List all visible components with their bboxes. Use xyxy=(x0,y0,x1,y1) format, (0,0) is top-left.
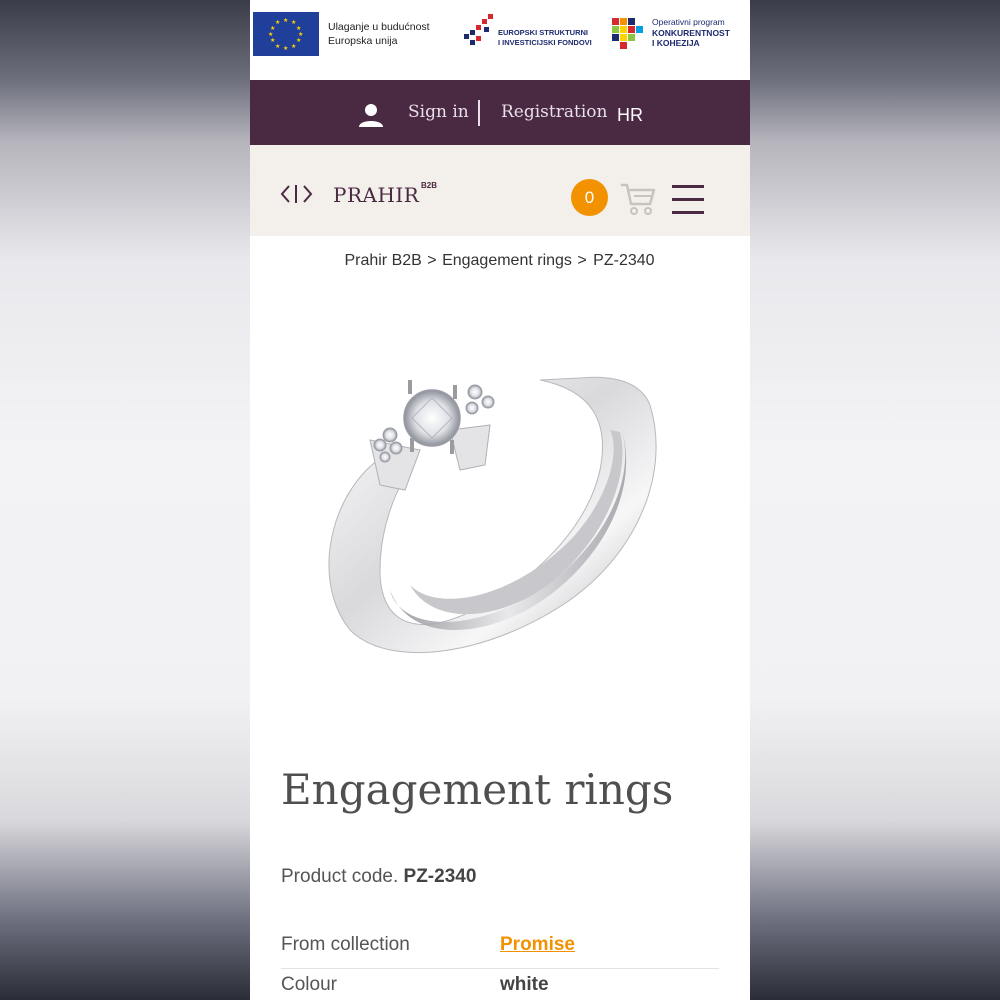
eu-text: Ulaganje u budućnost Europska unija xyxy=(328,20,430,48)
registration-link[interactable]: Registration xyxy=(501,102,607,122)
nav-divider xyxy=(478,100,480,126)
colour-value: white xyxy=(500,974,549,995)
esif-text-line1: EUROPSKI STRUKTURNI xyxy=(498,28,589,37)
language-switch[interactable]: HR xyxy=(617,105,643,126)
product-code: Product code. PZ-2340 xyxy=(281,866,476,888)
opk-text-line2: KONKURENTNOST xyxy=(652,27,730,38)
eu-flag-icon: ★ ★ ★ ★ ★ ★ ★ ★ ★ ★ ★ ★ xyxy=(253,12,319,56)
esif-text-line2: I INVESTICIJSKI FONDOVI xyxy=(498,38,592,47)
breadcrumb-current: PZ-2340 xyxy=(593,252,655,269)
opk-text-line1: Operativni program xyxy=(652,17,725,27)
logo-text[interactable]: PRAHIR xyxy=(333,183,419,207)
attribute-label: Colour xyxy=(281,974,337,995)
opk-text-line3: I KOHEZIJA xyxy=(652,38,700,48)
breadcrumb-separator: > xyxy=(577,252,587,269)
user-icon[interactable] xyxy=(358,102,384,128)
site-header: PRAHIR B2B 0 xyxy=(250,145,750,236)
hamburger-menu-icon[interactable] xyxy=(672,185,704,217)
eu-text-line1: Ulaganje u budućnost xyxy=(328,21,430,33)
breadcrumb-separator: > xyxy=(427,252,437,269)
top-nav-bar: Sign in Registration HR xyxy=(250,80,750,145)
attribute-label: From collection xyxy=(281,934,410,955)
product-code-label: Product code. xyxy=(281,866,399,887)
opk-logo-icon xyxy=(612,18,643,49)
logo-superscript: B2B xyxy=(421,181,438,190)
attribute-row-colour: Colour white xyxy=(281,969,719,1000)
sign-in-link[interactable]: Sign in xyxy=(408,102,469,122)
product-ring-image[interactable] xyxy=(310,340,690,720)
breadcrumb: Prahir B2B > Engagement rings > PZ-2340 xyxy=(250,252,750,270)
breadcrumb-home[interactable]: Prahir B2B xyxy=(344,252,421,269)
breadcrumb-category[interactable]: Engagement rings xyxy=(442,252,572,269)
prahir-logo-icon[interactable] xyxy=(280,183,324,205)
left-background-blur xyxy=(0,0,250,1000)
eu-funding-banner: ★ ★ ★ ★ ★ ★ ★ ★ ★ ★ ★ ★ Ulaganje u buduć… xyxy=(250,0,750,80)
opk-text: Operativni program KONKURENTNOST I KOHEZ… xyxy=(652,17,730,49)
cart-icon[interactable] xyxy=(620,182,656,216)
mobile-viewport: ★ ★ ★ ★ ★ ★ ★ ★ ★ ★ ★ ★ Ulaganje u buduć… xyxy=(250,0,750,1000)
eu-text-line2: Europska unija xyxy=(328,35,398,47)
cart-count-badge[interactable]: 0 xyxy=(571,179,608,216)
right-background-blur xyxy=(750,0,1000,1000)
attribute-row-collection: From collection Promise xyxy=(281,929,719,969)
product-title: Engagement rings xyxy=(281,765,674,814)
esif-text: EUROPSKI STRUKTURNI I INVESTICIJSKI FOND… xyxy=(498,28,592,48)
product-code-value: PZ-2340 xyxy=(403,866,477,887)
collection-link[interactable]: Promise xyxy=(500,934,575,956)
